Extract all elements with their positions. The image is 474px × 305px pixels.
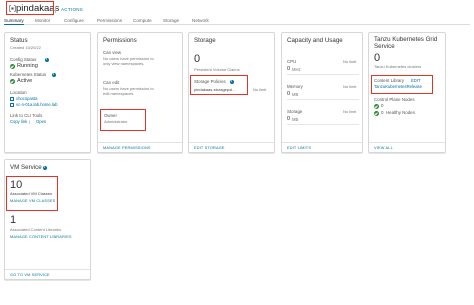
capacity-card: Capacity and Usage CPU No limit 0 MHz Me… bbox=[281, 32, 363, 153]
vm-service-card-title: VM Service bbox=[10, 164, 42, 171]
owner-value: Administrator bbox=[104, 119, 128, 124]
storage-policies-info-icon[interactable] bbox=[230, 79, 234, 84]
go-to-vm-service-link[interactable]: GO TO VM SERVICE bbox=[10, 272, 50, 277]
vm-service-card: VM Service 10 Associated VM Classes MANA… bbox=[4, 159, 91, 280]
manage-content-libraries-link[interactable]: MANAGE CONTENT LIBRARIES bbox=[10, 234, 72, 240]
vcenter-icon bbox=[10, 103, 14, 107]
k8s-status-value: Active bbox=[17, 78, 33, 84]
cpu-value: 0 bbox=[287, 66, 291, 72]
vm-classes-count: 10 bbox=[10, 179, 23, 191]
tab-compute[interactable]: Compute bbox=[133, 17, 152, 24]
vm-service-card-footer: GO TO VM SERVICE bbox=[5, 269, 90, 279]
vm-classes-label: Associated VM Classes bbox=[10, 191, 53, 196]
manage-permissions-link[interactable]: MANAGE PERMISSIONS bbox=[103, 145, 151, 150]
tab-network[interactable]: Network bbox=[192, 17, 209, 24]
storage-policy-limit: No limit bbox=[253, 87, 267, 92]
config-status-info-icon[interactable] bbox=[45, 57, 49, 62]
storage-card-title: Storage bbox=[194, 37, 216, 44]
content-libraries-label: Associated Content Libraries bbox=[10, 227, 62, 232]
status-card: Status Created 10/20/22 Config Status Ru… bbox=[4, 32, 91, 153]
storage-usage-bar bbox=[287, 124, 359, 126]
namespace-icon bbox=[9, 5, 16, 12]
storage-value: 0 bbox=[287, 116, 291, 122]
capacity-card-footer: EDIT LIMITS bbox=[282, 142, 362, 152]
capacity-card-title: Capacity and Usage bbox=[287, 37, 343, 44]
created-date: Created 10/20/22 bbox=[10, 45, 41, 50]
tab-bar: Summary Monitor Configure Permissions Co… bbox=[4, 17, 470, 25]
tab-permissions[interactable]: Permissions bbox=[97, 17, 122, 24]
tanzu-card-title-2: Service bbox=[374, 43, 395, 50]
storage-unit: MB bbox=[292, 117, 299, 122]
healthy-nodes-label: Healthy Nodes bbox=[386, 110, 415, 115]
running-check-icon bbox=[10, 64, 15, 69]
control-plane-value: 0 bbox=[381, 103, 384, 108]
claims-label: Persistent Volume Claims bbox=[194, 67, 240, 72]
edit-storage-link[interactable]: EDIT STORAGE bbox=[194, 145, 225, 150]
header-divider bbox=[55, 6, 56, 13]
memory-limit: No limit bbox=[343, 84, 357, 89]
storage-label: Storage bbox=[287, 109, 303, 114]
healthy-nodes-ok-icon bbox=[374, 111, 379, 116]
manage-vm-classes-link[interactable]: MANAGE VM CLASSES bbox=[10, 198, 55, 204]
status-card-title: Status bbox=[10, 37, 28, 44]
clusters-label: Tanzu Kubernetes clusters bbox=[374, 64, 422, 69]
config-status-value: Running bbox=[17, 63, 38, 69]
content-library-value[interactable]: TanzuKubernetesRelease bbox=[374, 84, 422, 90]
datacenter-icon bbox=[10, 97, 14, 101]
open-cli-link[interactable]: Open bbox=[36, 119, 46, 125]
storage-card-footer: EDIT STORAGE bbox=[189, 142, 274, 152]
cpu-usage-bar bbox=[287, 74, 359, 76]
memory-label: Memory bbox=[287, 84, 303, 89]
k8s-status-info-icon[interactable] bbox=[52, 72, 56, 77]
tab-summary[interactable]: Summary bbox=[4, 17, 24, 25]
cli-separator: | bbox=[29, 119, 31, 124]
tanzu-card: Tanzu Kubernetes Grid Service 0 Tanzu Ku… bbox=[368, 32, 446, 153]
location-link-2[interactable]: vc-n-01a.lab.home.lab bbox=[16, 102, 57, 108]
permissions-card-title: Permissions bbox=[103, 37, 137, 44]
tab-configure[interactable]: Configure bbox=[64, 17, 84, 24]
page-title: pindakaas bbox=[16, 3, 60, 14]
tab-storage[interactable]: Storage bbox=[163, 17, 179, 24]
claims-count: 0 bbox=[194, 53, 201, 65]
can-edit-text-2: edit namespaces. bbox=[103, 91, 135, 96]
clusters-count: 0 bbox=[374, 52, 381, 64]
tanzu-card-footer: VIEW ALL bbox=[369, 142, 445, 152]
memory-usage-bar bbox=[287, 99, 359, 101]
edit-limits-link[interactable]: EDIT LIMITS bbox=[287, 145, 311, 150]
healthy-nodes-value: 0 bbox=[381, 110, 384, 115]
cpu-unit: MHz bbox=[292, 67, 301, 72]
vm-service-info-icon[interactable] bbox=[43, 165, 47, 170]
can-view-text-2: only view namespaces. bbox=[103, 61, 145, 66]
content-libraries-count: 1 bbox=[10, 214, 17, 226]
copy-link-button[interactable]: Copy link bbox=[10, 119, 27, 125]
storage-policy-name: pindakaas-storagepol... bbox=[194, 87, 236, 92]
cpu-label: CPU bbox=[287, 59, 297, 64]
cpu-limit: No limit bbox=[343, 59, 357, 64]
actions-menu-button[interactable]: ACTIONS bbox=[61, 6, 83, 13]
view-all-link[interactable]: VIEW ALL bbox=[374, 145, 393, 150]
storage-limit: No limit bbox=[343, 109, 357, 114]
permissions-card-footer: MANAGE PERMISSIONS bbox=[98, 142, 182, 152]
storage-policies-label: Storage Policies bbox=[194, 79, 226, 84]
tab-monitor[interactable]: Monitor bbox=[35, 17, 50, 24]
memory-unit: MB bbox=[292, 92, 299, 97]
storage-card: Storage 0 Persistent Volume Claims Stora… bbox=[188, 32, 275, 153]
permissions-card: Permissions Can view No users have permi… bbox=[97, 32, 183, 153]
memory-value: 0 bbox=[287, 91, 291, 97]
active-check-icon bbox=[10, 79, 15, 84]
control-plane-ok-icon bbox=[374, 104, 379, 109]
